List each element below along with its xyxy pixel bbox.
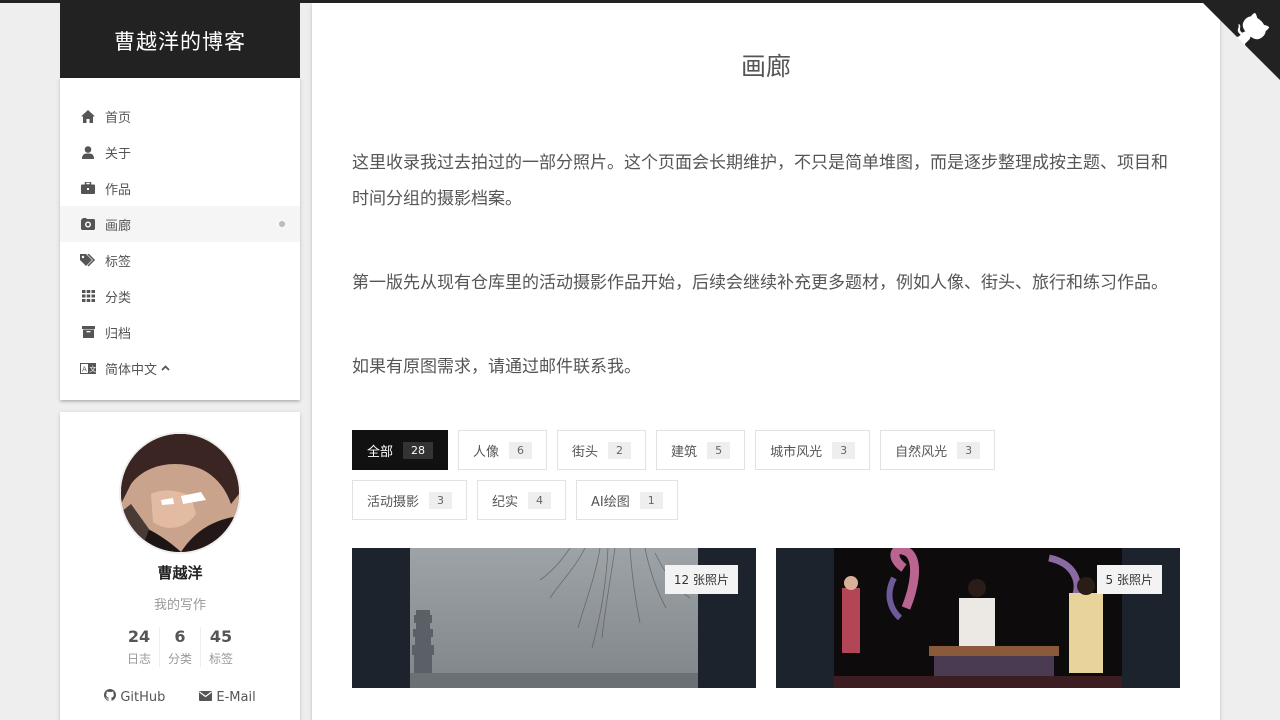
category-filters: 全部 28 人像 6 街头 2 建筑 5 城市风光 3 自然风光 3 活动摄影 3 纪实 4 A… [352, 430, 1072, 520]
menu-item-gallery[interactable]: 画廊 [60, 206, 300, 242]
photo-count-badge: 12 张照片 [664, 565, 738, 594]
filter-count: 3 [957, 441, 981, 459]
filter-label: 城市风光 [770, 444, 823, 460]
filter-count: 6 [509, 441, 533, 459]
filter-count: 4 [528, 491, 552, 509]
filter-count: 5 [707, 441, 731, 459]
email-link[interactable]: E-Mail [199, 689, 256, 705]
stat-number: 45 [209, 627, 233, 646]
filter-cityscape[interactable]: 城市风光 3 [755, 430, 871, 470]
filter-label: 全部 [367, 444, 394, 460]
sidebar: 曹越洋的博客 首页 关于 作品 画廊 标签 分类 归档 A 文 简体中文 曹越洋… [60, 3, 300, 720]
intro-paragraph: 第一版先从现有仓库里的活动摄影作品开始，后续会继续补充更多题材，例如人像、街头、… [352, 273, 1168, 293]
tags-icon [80, 252, 96, 268]
stat-number: 6 [174, 627, 186, 646]
stat-tags[interactable]: 45 标签 [200, 627, 241, 667]
language-label: 简体中文 [105, 362, 158, 378]
language-switcher[interactable]: A文 简体中文 [60, 350, 300, 386]
menu-item-label: 首页 [105, 110, 132, 126]
photo-count-badge: 5 张照片 [1096, 565, 1162, 594]
github-corner-link[interactable] [1200, 0, 1280, 80]
filter-label: 人像 [473, 444, 500, 460]
intro-paragraph: 如果有原图需求，请通过邮件联系我。 [352, 357, 641, 377]
archive-icon [80, 324, 96, 340]
menu-item-home[interactable]: 首页 [60, 98, 300, 134]
grid-icon [80, 288, 96, 304]
album-grid: 12 张照片 5 张照片 [352, 548, 1180, 688]
filter-label: 街头 [572, 444, 599, 460]
author-name: 曹越洋 [157, 564, 203, 582]
language-icon: A文 [80, 360, 96, 376]
author-card: 曹越洋 我的写作 24 日志 6 分类 45 标签 GitHub E-Mail [60, 412, 300, 720]
stat-label: 分类 [167, 652, 192, 666]
chevron-up-icon [161, 363, 170, 374]
menu-item-about[interactable]: 关于 [60, 134, 300, 170]
filter-count: 2 [608, 441, 632, 459]
filter-label: 建筑 [671, 444, 698, 460]
filter-portrait[interactable]: 人像 6 [458, 430, 548, 470]
menu-item-label: 标签 [105, 254, 132, 270]
menu-item-label: 作品 [105, 182, 132, 198]
filter-ai-art[interactable]: AI绘图 1 [576, 480, 678, 520]
stat-posts[interactable]: 24 日志 [119, 627, 159, 667]
filter-label: 自然风光 [895, 444, 948, 460]
filter-count: 3 [832, 441, 856, 459]
link-label: GitHub [120, 689, 166, 705]
menu-item-label: 归档 [105, 326, 132, 342]
filter-event[interactable]: 活动摄影 3 [352, 480, 468, 520]
filter-count: 1 [639, 491, 663, 509]
album-cover-image [410, 548, 698, 688]
home-icon [80, 108, 96, 124]
filter-label: 纪实 [492, 494, 519, 510]
stat-label: 日志 [126, 652, 151, 666]
link-label: E-Mail [216, 689, 256, 705]
menu-item-label: 关于 [105, 146, 132, 162]
album-card[interactable]: 5 张照片 [776, 548, 1180, 688]
site-stats: 24 日志 6 分类 45 标签 [60, 627, 300, 667]
github-icon [104, 689, 117, 705]
top-accent-bar [0, 0, 1280, 3]
user-icon [80, 144, 96, 160]
envelope-icon [199, 690, 213, 705]
active-indicator-dot [279, 221, 285, 227]
album-cover-image [834, 548, 1122, 688]
site-title[interactable]: 曹越洋的博客 [60, 3, 300, 78]
menu-item-label: 分类 [105, 290, 132, 306]
filter-label: AI绘图 [591, 494, 630, 510]
main-content: 画廊 这里收录我过去拍过的一部分照片。这个页面会长期维护，不只是简单堆图，而是逐… [312, 3, 1220, 720]
avatar [119, 432, 241, 554]
stat-label: 标签 [209, 652, 234, 666]
album-card[interactable]: 12 张照片 [352, 548, 756, 688]
menu-item-tags[interactable]: 标签 [60, 242, 300, 278]
stat-categories[interactable]: 6 分类 [158, 627, 200, 667]
svg-text:A: A [82, 365, 87, 373]
filter-all[interactable]: 全部 28 [352, 430, 449, 470]
filter-count: 28 [403, 441, 434, 459]
menu-item-archives[interactable]: 归档 [60, 314, 300, 350]
social-links: GitHub E-Mail [60, 689, 300, 705]
filter-architecture[interactable]: 建筑 5 [656, 430, 746, 470]
stat-number: 24 [127, 627, 151, 646]
filter-documentary[interactable]: 纪实 4 [477, 480, 567, 520]
menu-item-categories[interactable]: 分类 [60, 278, 300, 314]
camera-icon [80, 216, 96, 232]
intro-paragraph: 这里收录我过去拍过的一部分照片。这个页面会长期维护，不只是简单堆图，而是逐步整理… [352, 153, 1168, 209]
menu-item-works[interactable]: 作品 [60, 170, 300, 206]
page-title: 画廊 [740, 52, 791, 81]
github-octocat-icon [1200, 0, 1280, 80]
briefcase-icon [80, 180, 96, 196]
svg-text:文: 文 [89, 364, 96, 373]
main-menu: 首页 关于 作品 画廊 标签 分类 归档 A 文 简体中文 [60, 78, 300, 400]
filter-street[interactable]: 街头 2 [557, 430, 647, 470]
filter-label: 活动摄影 [367, 494, 420, 510]
filter-landscape[interactable]: 自然风光 3 [880, 430, 996, 470]
author-description: 我的写作 [153, 598, 206, 613]
github-link[interactable]: GitHub [104, 689, 165, 705]
menu-item-label: 画廊 [105, 218, 132, 234]
filter-count: 3 [429, 491, 453, 509]
